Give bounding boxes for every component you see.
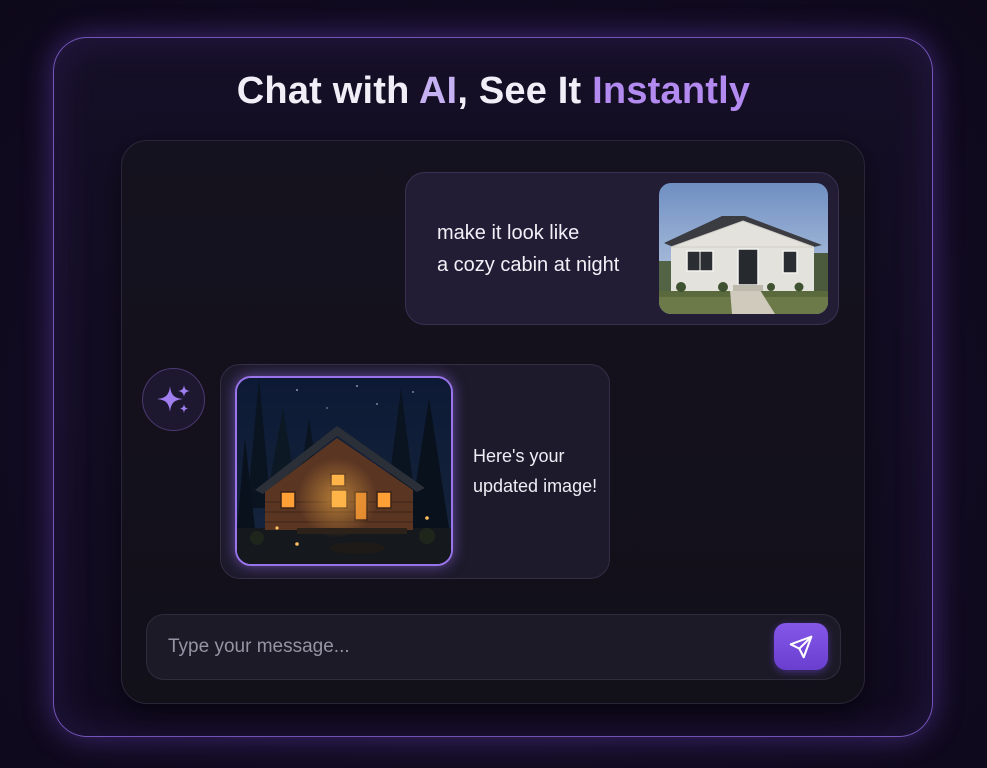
title-part-1: Chat with (236, 70, 419, 112)
paper-plane-icon (789, 635, 813, 658)
send-button[interactable] (774, 623, 828, 670)
title-accent-instantly: Instantly (592, 70, 751, 112)
sparkles-icon (156, 384, 190, 413)
ai-message-text: Here's your updated image! (473, 441, 603, 501)
ai-avatar (142, 368, 205, 431)
user-message-line-1: make it look like (437, 222, 580, 244)
message-input[interactable] (168, 628, 748, 666)
user-message-text: make it look like a cozy cabin at night (437, 217, 647, 281)
user-attached-image[interactable] (659, 183, 828, 314)
cozy-cabin-night-photo (237, 378, 451, 564)
house-daytime-photo (659, 183, 828, 314)
title-part-2: , See It (457, 70, 593, 112)
ai-message-line-1: Here's your (473, 446, 565, 466)
title-accent-ai: AI (418, 70, 458, 112)
ai-message-line-2: updated image! (473, 476, 598, 496)
ai-generated-image[interactable] (235, 376, 453, 566)
user-message-line-2: a cozy cabin at night (437, 254, 620, 276)
page-title: Chat with AI, See It Instantly (0, 70, 987, 113)
